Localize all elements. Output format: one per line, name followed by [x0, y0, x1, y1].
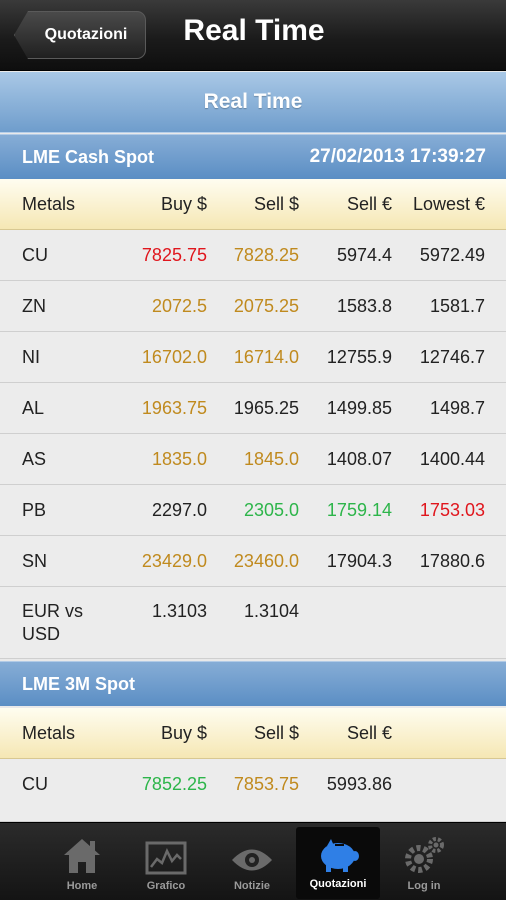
col-sell-usd: Sell $: [253, 723, 299, 743]
table-row-as[interactable]: AS 1835.0 1845.0 1408.07 1400.44: [0, 434, 506, 485]
lowest-eur: 1581.7: [429, 296, 485, 316]
chart-icon: [145, 841, 187, 875]
tab-label: Grafico: [146, 880, 186, 892]
table-row-cu[interactable]: CU 7825.75 7828.25 5974.4 5972.49: [0, 230, 506, 281]
table-row-pb[interactable]: PB 2297.0 2305.0 1759.14 1753.03: [0, 485, 506, 536]
col-sell-usd: Sell $: [253, 194, 299, 214]
three-month-column-headers: Metals Buy $ Sell $ Sell €: [0, 708, 506, 759]
sell-eur: 1408.07: [326, 449, 392, 469]
buy-usd: 23429.0: [141, 551, 207, 571]
gears-icon: [405, 837, 444, 873]
sell-usd: 2305.0: [243, 500, 299, 520]
lowest-eur: 1753.03: [419, 500, 485, 520]
page-title: Real Time: [183, 14, 325, 47]
tab-quotazioni[interactable]: Quotazioni: [296, 827, 380, 899]
buy-usd: 7852.25: [141, 774, 207, 794]
sell-usd: 1.3104: [243, 601, 299, 621]
three-month-section-title: LME 3M Spot: [22, 673, 135, 694]
lowest-eur: 1400.44: [419, 449, 485, 469]
cash-timestamp: 27/02/2013 17:39:27: [309, 146, 486, 167]
top-bar: Quotazioni Real Time: [0, 0, 506, 71]
lowest-eur: [385, 587, 485, 659]
sell-usd: 2075.25: [233, 296, 299, 316]
tab-log-in[interactable]: Log in: [382, 823, 466, 900]
sell-usd: 7853.75: [233, 774, 299, 794]
sell-eur: 1583.8: [336, 296, 392, 316]
buy-usd: 2072.5: [151, 296, 207, 316]
buy-usd: 16702.0: [141, 347, 207, 367]
tab-label: Home: [66, 880, 98, 892]
sell-eur: [292, 587, 392, 659]
section-banner: Real Time: [0, 72, 506, 133]
buy-usd: 7825.75: [141, 245, 207, 265]
col-sell-eur: Sell €: [346, 723, 392, 743]
eye-icon: [232, 849, 272, 871]
three-month-section-header: LME 3M Spot: [0, 661, 506, 706]
buy-usd: 1963.75: [141, 398, 207, 418]
col-buy-usd: Buy $: [160, 723, 207, 743]
tab-grafico[interactable]: Grafico: [124, 823, 208, 900]
cash-section-header: LME Cash Spot 27/02/2013 17:39:27: [0, 134, 506, 179]
sell-eur: 1499.85: [326, 398, 392, 418]
sell-usd: 7828.25: [233, 245, 299, 265]
tab-label: Log in: [407, 880, 441, 892]
lowest-eur: 12746.7: [419, 347, 485, 367]
sell-eur: 5993.86: [326, 774, 392, 794]
sell-eur: 1759.14: [326, 500, 392, 520]
lowest-eur: 5972.49: [419, 245, 485, 265]
sell-eur: 12755.9: [326, 347, 392, 367]
sell-eur: 17904.3: [326, 551, 392, 571]
buy-usd: 1835.0: [151, 449, 207, 469]
buy-usd: 1.3103: [151, 601, 207, 621]
sell-usd: 1965.25: [233, 398, 299, 418]
col-lowest-eur: Lowest €: [412, 194, 485, 214]
col-sell-eur: Sell €: [346, 194, 392, 214]
table-row-ni[interactable]: NI 16702.0 16714.0 12755.9 12746.7: [0, 332, 506, 383]
sell-usd: 1845.0: [243, 449, 299, 469]
tab-label: Quotazioni: [309, 878, 367, 890]
metal-name: EUR vs USD: [22, 601, 84, 644]
sell-eur: 5974.4: [336, 245, 392, 265]
tab-label: Notizie: [233, 880, 271, 892]
tab-bar: Home Grafico Notizie Quotazioni Log in: [0, 822, 506, 900]
col-buy-usd: Buy $: [160, 194, 207, 214]
lowest-eur: 17880.6: [419, 551, 485, 571]
sell-usd: 23460.0: [233, 551, 299, 571]
sell-usd: 16714.0: [233, 347, 299, 367]
table-row-eur-usd[interactable]: EUR vs USD 1.3103 1.3104: [0, 587, 506, 659]
table-row-zn[interactable]: ZN 2072.5 2075.25 1583.8 1581.7: [0, 281, 506, 332]
tab-home[interactable]: Home: [40, 823, 124, 900]
home-icon: [64, 839, 100, 873]
buy-usd: 2297.0: [151, 500, 207, 520]
tab-notizie[interactable]: Notizie: [210, 823, 294, 900]
piggy-bank-icon: [321, 839, 359, 872]
table-row-sn[interactable]: SN 23429.0 23460.0 17904.3 17880.6: [0, 536, 506, 587]
lowest-eur: 1498.7: [429, 398, 485, 418]
table-row-3m-cu[interactable]: CU 7852.25 7853.75 5993.86: [0, 759, 506, 822]
cash-column-headers: Metals Buy $ Sell $ Sell € Lowest €: [0, 179, 506, 230]
cash-section-title: LME Cash Spot: [22, 146, 155, 167]
table-row-al[interactable]: AL 1963.75 1965.25 1499.85 1498.7: [0, 383, 506, 434]
